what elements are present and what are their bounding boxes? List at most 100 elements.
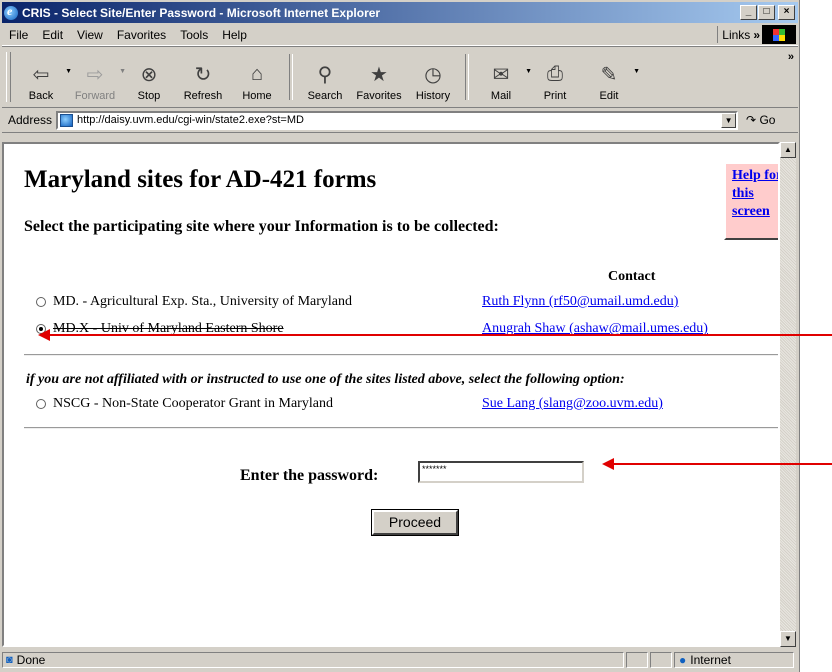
standard-toolbar: ⇦ Back ▼ ⇨ Forward ▼ ⊗ Stop ↻ Refresh ⌂ … <box>2 46 798 108</box>
address-bar: Address http://daisy.uvm.edu/cgi-win/sta… <box>2 108 798 133</box>
edit-dropdown-icon[interactable]: ▼ <box>633 68 640 75</box>
go-label: Go <box>759 113 776 127</box>
browser-window: CRIS - Select Site/Enter Password - Micr… <box>0 0 800 672</box>
globe-icon: ● <box>679 653 687 667</box>
minimize-button[interactable]: _ <box>740 5 757 20</box>
windows-logo-icon <box>762 25 796 44</box>
home-label: Home <box>242 90 272 102</box>
forward-button[interactable]: ⇨ Forward ▼ <box>68 52 126 103</box>
forward-arrow-icon: ⇨ <box>86 63 104 86</box>
window-title: CRIS - Select Site/Enter Password - Micr… <box>22 5 381 20</box>
divider <box>24 427 778 429</box>
mail-button[interactable]: ✉ Mail ▼ <box>474 52 532 103</box>
address-label: Address <box>8 113 53 127</box>
print-label: Print <box>543 90 567 102</box>
help-link[interactable]: Help for this screen <box>732 168 778 219</box>
non-affiliated-note: if you are not affiliated with or instru… <box>26 372 625 387</box>
stop-button[interactable]: ⊗ Stop <box>122 52 176 103</box>
edit-label: Edit <box>599 90 619 102</box>
annotation-arrow-site <box>38 329 832 341</box>
title-bar: CRIS - Select Site/Enter Password - Micr… <box>2 2 798 23</box>
contact-header: Contact <box>608 269 656 284</box>
menu-help[interactable]: Help <box>215 28 254 42</box>
annotation-arrow-password <box>602 458 832 470</box>
stop-icon: ⊗ <box>140 63 158 86</box>
toolbar-separator <box>289 54 293 100</box>
page-done-icon: ◙ <box>6 654 13 666</box>
search-label: Search <box>307 90 343 102</box>
mail-icon: ✉ <box>492 63 510 86</box>
menu-view[interactable]: View <box>70 28 110 42</box>
forward-label: Forward <box>74 90 116 102</box>
history-label: History <box>415 90 451 102</box>
maximize-button[interactable]: □ <box>758 5 775 20</box>
divider <box>24 354 778 356</box>
print-button[interactable]: ⎙ Print <box>528 52 582 103</box>
refresh-button[interactable]: ↻ Refresh <box>176 52 230 103</box>
menu-bar: File Edit View Favorites Tools Help Link… <box>2 25 798 46</box>
site-radio-md[interactable] <box>36 297 46 307</box>
go-arrow-icon: ↷ <box>746 113 757 127</box>
site-option-md[interactable]: MD. - Agricultural Exp. Sta., University… <box>36 294 352 310</box>
status-text-cell: ◙ Done <box>2 652 624 668</box>
close-button[interactable]: × <box>778 5 795 20</box>
scroll-down-button[interactable]: ▼ <box>780 631 796 647</box>
page-icon <box>60 113 74 127</box>
page-title: Maryland sites for AD-421 forms <box>24 166 377 193</box>
refresh-label: Refresh <box>183 90 223 102</box>
home-icon: ⌂ <box>250 62 264 85</box>
menu-file[interactable]: File <box>2 28 35 42</box>
menu-favorites[interactable]: Favorites <box>110 28 173 42</box>
toolbar-grip[interactable] <box>6 52 11 102</box>
history-icon: ◷ <box>424 63 442 86</box>
zone-cell: ● Internet <box>674 652 794 668</box>
print-icon: ⎙ <box>547 62 563 85</box>
address-dropdown-icon[interactable]: ▼ <box>721 112 737 128</box>
menu-tools[interactable]: Tools <box>173 28 215 42</box>
chevron-right-icon: » <box>753 27 760 42</box>
refresh-icon: ↻ <box>194 63 212 86</box>
search-icon: ⚲ <box>317 63 333 86</box>
back-arrow-icon: ⇦ <box>32 63 50 86</box>
help-box: Help for this screen <box>724 162 778 240</box>
site-label-md: MD. - Agricultural Exp. Sta., University… <box>53 294 353 309</box>
address-input[interactable]: http://daisy.uvm.edu/cgi-win/state2.exe?… <box>56 110 739 130</box>
site-label-nscg: NSCG - Non-State Cooperator Grant in Mar… <box>53 396 333 411</box>
menu-edit[interactable]: Edit <box>35 28 70 42</box>
back-button[interactable]: ⇦ Back ▼ <box>14 52 72 103</box>
address-url: http://daisy.uvm.edu/cgi-win/state2.exe?… <box>77 114 304 126</box>
history-button[interactable]: ◷ History <box>406 52 460 103</box>
stop-label: Stop <box>137 90 161 102</box>
zone-label: Internet <box>690 653 731 667</box>
site-option-nscg[interactable]: NSCG - Non-State Cooperator Grant in Mar… <box>36 396 333 412</box>
status-cell <box>626 652 648 668</box>
links-label: Links <box>722 27 751 42</box>
scroll-up-button[interactable]: ▲ <box>780 142 796 158</box>
instruction-text: Select the participating site where your… <box>24 218 499 235</box>
links-button[interactable]: Links » <box>717 26 760 43</box>
contact-link-nscg[interactable]: Sue Lang (slang@zoo.uvm.edu) <box>482 396 663 412</box>
contact-link-md[interactable]: Ruth Flynn (rf50@umail.umd.edu) <box>482 294 678 310</box>
arrowhead-icon <box>602 458 614 470</box>
proceed-button[interactable]: Proceed <box>371 509 459 536</box>
home-button[interactable]: ⌂ Home <box>230 52 284 103</box>
edit-icon: ✎ <box>600 63 618 86</box>
vertical-scrollbar[interactable]: ▲ ▼ <box>780 142 796 647</box>
ie-icon <box>4 4 18 20</box>
search-button[interactable]: ⚲ Search <box>298 52 352 103</box>
password-label: Enter the password: <box>240 467 379 484</box>
edit-button[interactable]: ✎ Edit ▼ <box>582 52 640 103</box>
window-controls: _ □ × <box>739 5 795 20</box>
arrowhead-icon <box>38 329 50 341</box>
favorites-icon: ★ <box>370 63 388 86</box>
go-button[interactable]: ↷ Go <box>746 113 775 127</box>
site-radio-nscg[interactable] <box>36 399 46 409</box>
toolbar-more-chevron-icon[interactable]: » <box>788 51 794 63</box>
back-label: Back <box>28 90 54 102</box>
toolbar-separator <box>465 54 469 100</box>
page-content: Maryland sites for AD-421 forms Select t… <box>2 142 780 647</box>
password-input[interactable]: ******* <box>418 461 584 483</box>
status-bar: ◙ Done ● Internet <box>2 650 798 670</box>
favorites-button[interactable]: ★ Favorites <box>352 52 406 103</box>
mail-label: Mail <box>490 90 512 102</box>
